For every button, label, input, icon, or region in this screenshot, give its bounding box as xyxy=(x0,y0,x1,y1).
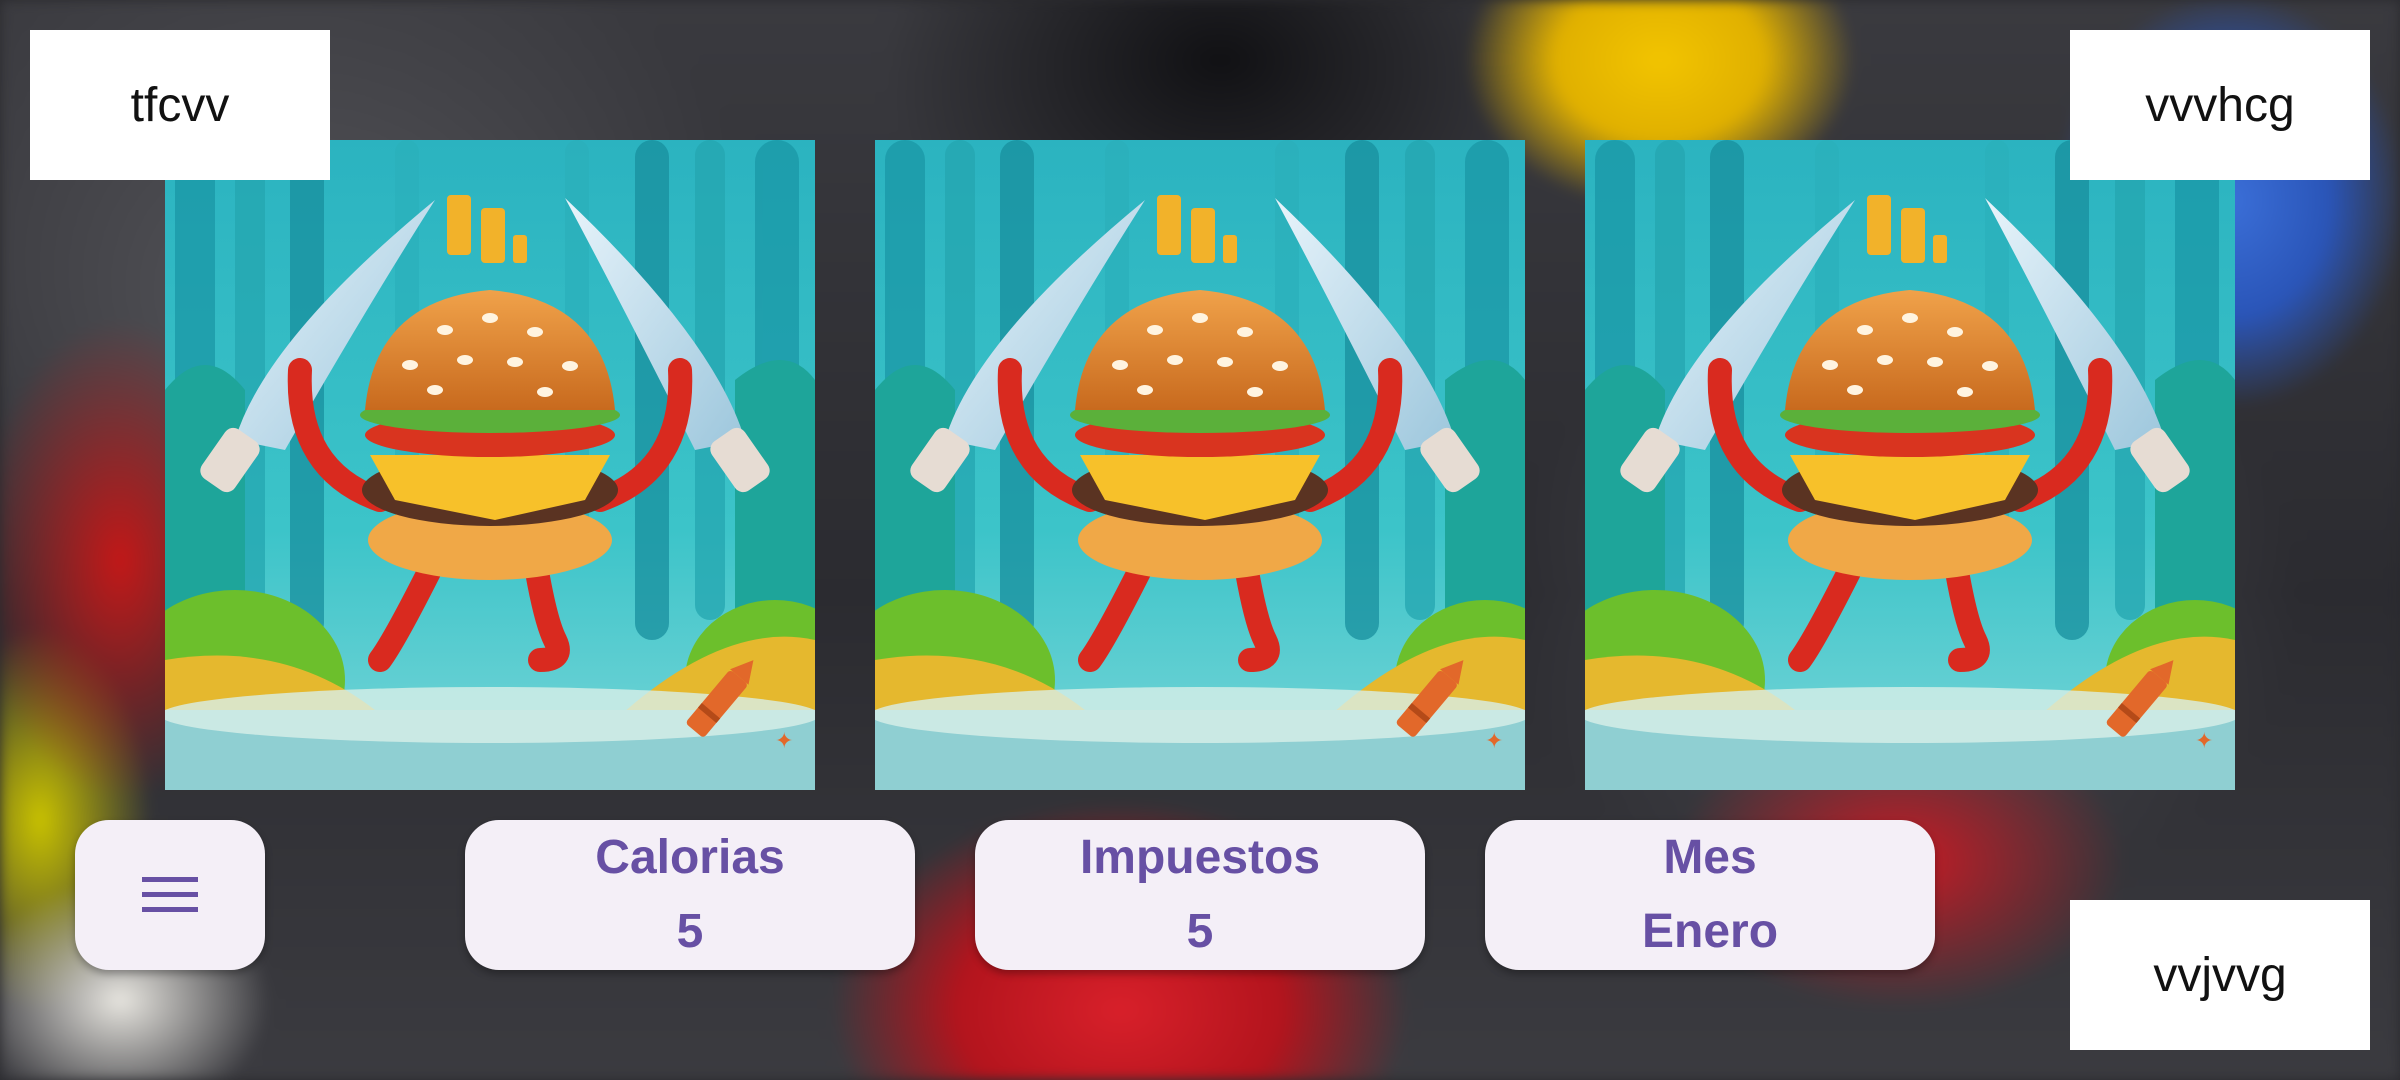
top-left-label-overlay: tfcvv xyxy=(30,30,330,180)
stat-calorias[interactable]: Calorias 5 xyxy=(465,820,915,970)
burger-character-image xyxy=(1585,140,2235,790)
burger-image-2[interactable] xyxy=(875,140,1525,790)
stat-value: Enero xyxy=(1641,905,1779,958)
stat-label: Calorias xyxy=(595,831,785,884)
top-right-label-overlay: vvvhcg xyxy=(2070,30,2370,180)
stat-mes[interactable]: Mes Enero xyxy=(1485,820,1935,970)
stat-value: 5 xyxy=(676,905,704,958)
stat-label: Impuestos xyxy=(1079,831,1321,884)
burger-character-image xyxy=(165,140,815,790)
hamburger-menu-icon xyxy=(142,877,198,912)
stat-label: Mes xyxy=(1663,831,1757,884)
menu-button[interactable] xyxy=(75,820,265,970)
stat-impuestos[interactable]: Impuestos 5 xyxy=(975,820,1425,970)
burger-character-image xyxy=(875,140,1525,790)
bottom-right-label: vvjvvg xyxy=(2070,900,2370,1050)
burger-image-1[interactable] xyxy=(165,140,815,790)
stat-value: 5 xyxy=(1186,905,1214,958)
burger-image-3[interactable] xyxy=(1585,140,2235,790)
